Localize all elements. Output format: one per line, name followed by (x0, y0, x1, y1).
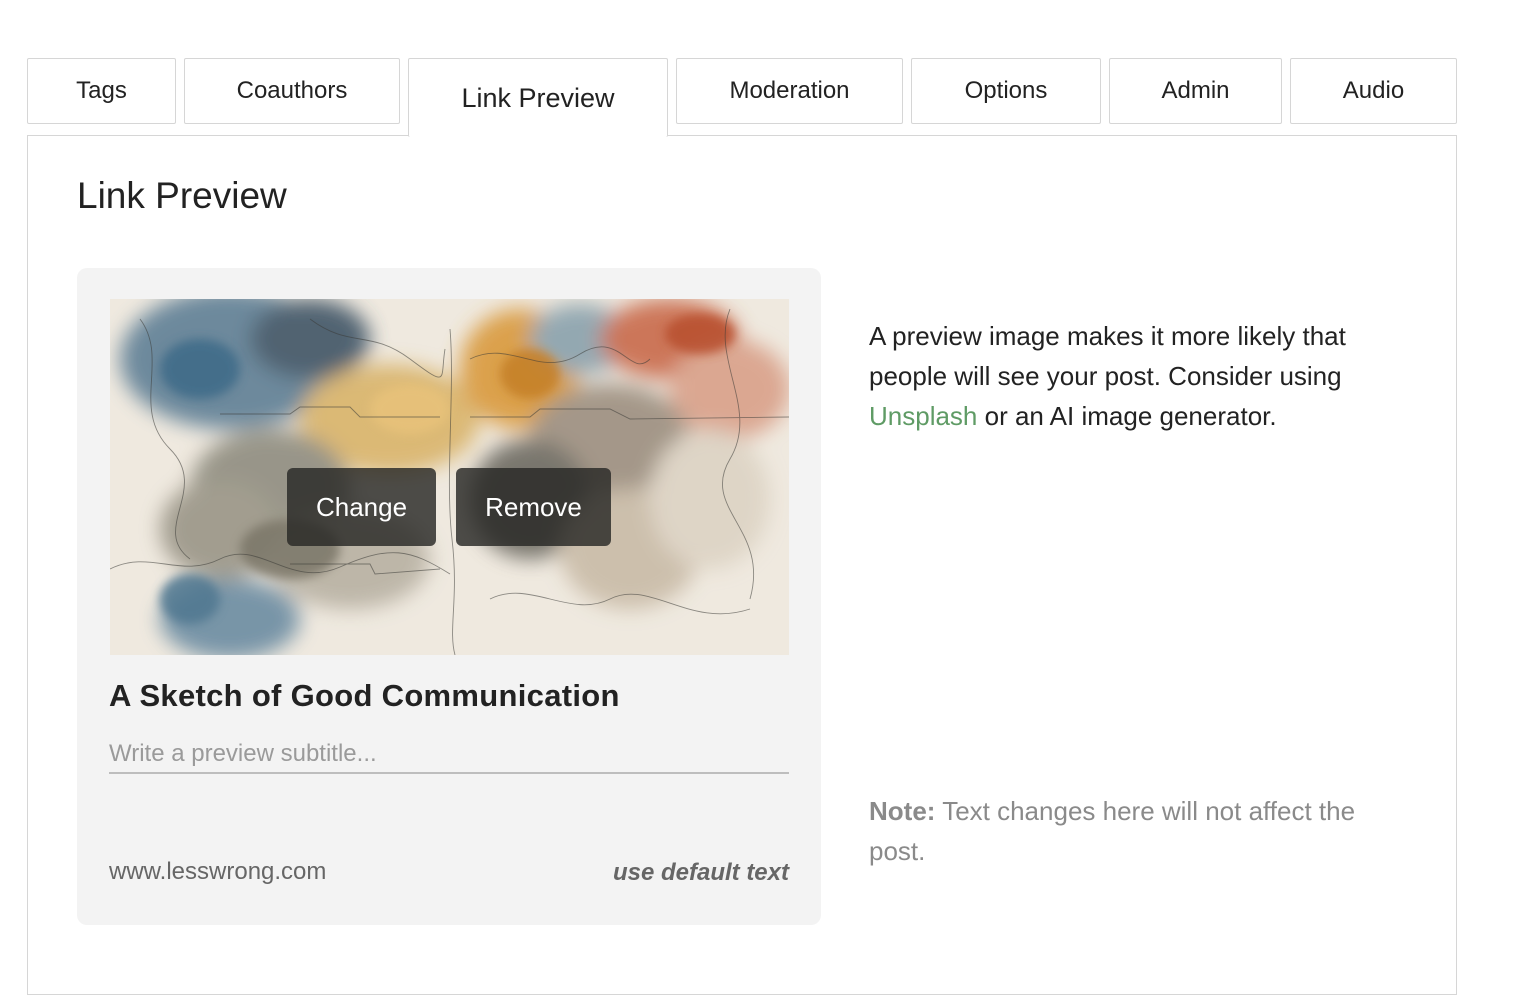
unsplash-link[interactable]: Unsplash (869, 401, 977, 431)
change-image-button-label: Change (315, 491, 408, 522)
tab-coauthors-label: Coauthors (236, 77, 348, 104)
tab-audio-label: Audio (1342, 77, 1405, 104)
tab-coauthors[interactable]: Coauthors (184, 58, 400, 124)
tab-admin-label: Admin (1161, 77, 1230, 104)
preview-post-title: A Sketch of Good Communication (109, 678, 620, 713)
panel-title: Link Preview (77, 175, 287, 216)
tab-moderation[interactable]: Moderation (676, 58, 903, 124)
note-label: Note: (869, 796, 936, 826)
tab-options-label: Options (964, 77, 1048, 104)
tab-admin[interactable]: Admin (1109, 58, 1282, 124)
remove-image-button-label: Remove (485, 491, 582, 522)
preview-image-artwork (110, 299, 789, 655)
link-preview-card: Change Remove A Sketch of Good Communica… (77, 268, 821, 925)
text-changes-note: Note: Text changes here will not affect … (869, 791, 1389, 871)
tab-link-preview[interactable]: Link Preview (408, 58, 668, 137)
tab-options[interactable]: Options (911, 58, 1101, 124)
help-text-after: or an AI image generator. (977, 401, 1277, 431)
preview-image: Change Remove (110, 299, 789, 655)
preview-domain: www.lesswrong.com (109, 858, 327, 885)
tab-tags[interactable]: Tags (27, 58, 176, 124)
tab-audio[interactable]: Audio (1290, 58, 1457, 124)
preview-image-help: A preview image makes it more likely tha… (869, 316, 1389, 436)
use-default-text-link[interactable]: use default text (613, 859, 789, 887)
tab-link-preview-label: Link Preview (461, 83, 615, 113)
tab-tags-label: Tags (76, 77, 127, 104)
remove-image-button[interactable]: Remove (456, 468, 611, 546)
help-text-before: A preview image makes it more likely tha… (869, 321, 1346, 391)
note-text: Text changes here will not affect the po… (869, 796, 1356, 866)
preview-subtitle-input[interactable] (109, 736, 789, 774)
tab-moderation-label: Moderation (729, 77, 850, 104)
change-image-button[interactable]: Change (287, 468, 436, 546)
